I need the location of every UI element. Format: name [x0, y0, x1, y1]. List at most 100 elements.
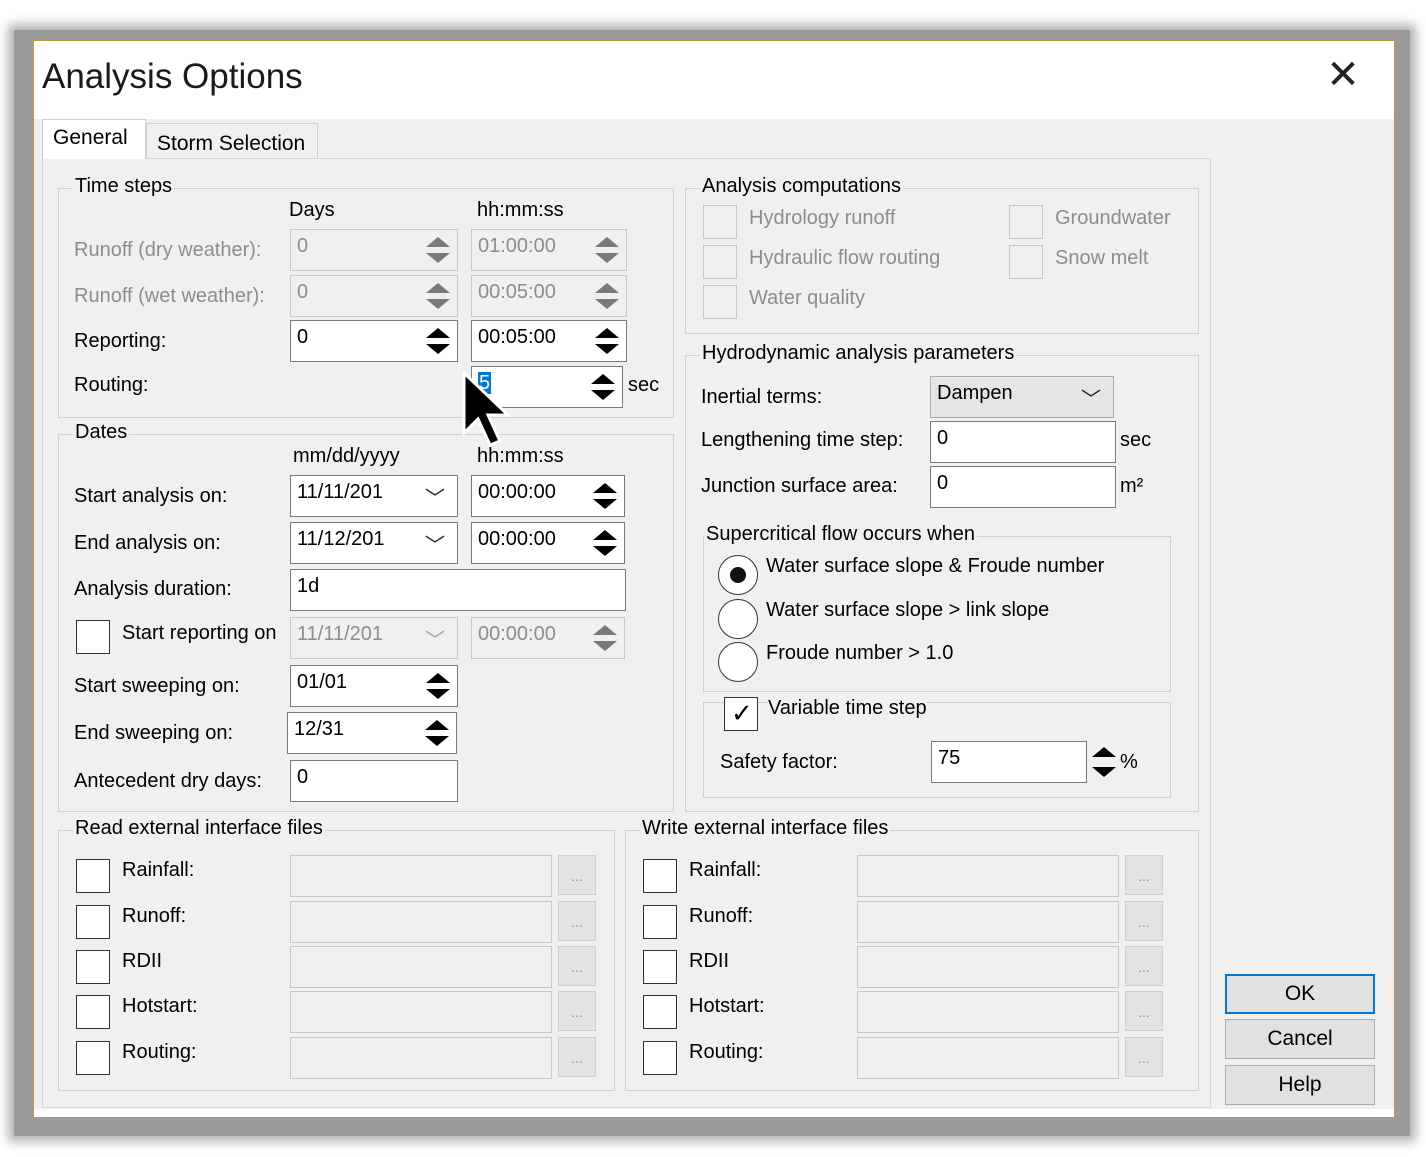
read-runoff-path[interactable] — [290, 901, 552, 943]
tab-storm-selection[interactable]: Storm Selection — [146, 123, 318, 159]
tab-general[interactable]: General — [42, 119, 146, 159]
read-runoff-checkbox[interactable] — [76, 905, 110, 939]
chevron-down-icon[interactable]: ﹀ — [1081, 383, 1101, 412]
spinner-icon[interactable] — [585, 621, 621, 655]
snow-melt-checkbox[interactable] — [1009, 245, 1043, 279]
write-routing-path[interactable] — [857, 1037, 1119, 1079]
spinner-icon[interactable] — [587, 279, 623, 313]
end-analysis-label: End analysis on: — [74, 532, 221, 554]
reporting-label: Reporting: — [74, 330, 167, 352]
reporting-time[interactable]: 00:05:00 — [471, 320, 627, 362]
write-routing-label: Routing: — [689, 1041, 764, 1063]
safety-factor-input[interactable]: 75 — [931, 741, 1087, 783]
read-hotstart-browse-button[interactable]: ... — [558, 991, 596, 1031]
start-sweeping-label: Start sweeping on: — [74, 675, 240, 697]
spinner-icon[interactable] — [417, 716, 453, 750]
antecedent-label: Antecedent dry days: — [74, 770, 262, 792]
spinner-icon[interactable] — [587, 324, 623, 358]
read-rdii-label: RDII — [122, 950, 162, 972]
ok-button[interactable]: OK — [1225, 974, 1375, 1014]
radio-slope-froude[interactable] — [718, 555, 758, 595]
date-header: mm/dd/yyyy — [293, 445, 400, 467]
read-rainfall-checkbox[interactable] — [76, 859, 110, 893]
spinner-icon[interactable] — [418, 279, 454, 313]
safety-spinner-icon[interactable] — [1089, 741, 1119, 783]
write-rdii-checkbox[interactable] — [643, 950, 677, 984]
hydraulic-checkbox[interactable] — [703, 245, 737, 279]
cancel-button[interactable]: Cancel — [1225, 1019, 1375, 1059]
read-routing-path[interactable] — [290, 1037, 552, 1079]
write-runoff-label: Runoff: — [689, 905, 754, 927]
variable-step-checkbox[interactable]: ✓ — [724, 697, 758, 731]
start-reporting-label: Start reporting on — [122, 622, 277, 644]
start-analysis-time[interactable]: 00:00:00 — [471, 475, 625, 517]
read-runoff-browse-button[interactable]: ... — [558, 901, 596, 941]
write-rainfall-browse-button[interactable]: ... — [1125, 855, 1163, 895]
spinner-icon[interactable] — [418, 233, 454, 267]
read-rdii-checkbox[interactable] — [76, 950, 110, 984]
write-rainfall-path[interactable] — [857, 855, 1119, 897]
read-rainfall-browse-button[interactable]: ... — [558, 855, 596, 895]
runoff-dry-time[interactable]: 01:00:00 — [471, 229, 627, 271]
write-hotstart-checkbox[interactable] — [643, 995, 677, 1029]
write-routing-browse-button[interactable]: ... — [1125, 1037, 1163, 1077]
water-quality-label: Water quality — [749, 287, 865, 309]
chevron-down-icon[interactable]: ﹀ — [425, 624, 445, 653]
end-analysis-date[interactable]: 11/12/201 ﹀ — [290, 522, 458, 564]
reporting-days[interactable]: 0 — [290, 320, 458, 362]
read-rdii-browse-button[interactable]: ... — [558, 946, 596, 986]
inertial-select[interactable]: Dampen ﹀ — [930, 376, 1114, 418]
read-rdii-path[interactable] — [290, 946, 552, 988]
spinner-icon[interactable] — [583, 370, 619, 404]
write-runoff-checkbox[interactable] — [643, 905, 677, 939]
help-button[interactable]: Help — [1225, 1065, 1375, 1105]
chevron-down-icon[interactable]: ﹀ — [425, 482, 445, 511]
read-hotstart-checkbox[interactable] — [76, 995, 110, 1029]
end-sweeping-input[interactable]: 12/31 — [287, 712, 457, 754]
read-routing-browse-button[interactable]: ... — [558, 1037, 596, 1077]
groundwater-checkbox[interactable] — [1009, 205, 1043, 239]
write-rdii-path[interactable] — [857, 946, 1119, 988]
lengthening-unit: sec — [1120, 429, 1152, 451]
write-routing-checkbox[interactable] — [643, 1041, 677, 1075]
runoff-dry-label: Runoff (dry weather): — [74, 239, 262, 261]
end-analysis-time[interactable]: 00:00:00 — [471, 522, 625, 564]
junction-unit: m² — [1120, 475, 1144, 497]
spinner-icon[interactable] — [418, 324, 454, 358]
spinner-icon[interactable] — [585, 479, 621, 513]
start-reporting-time[interactable]: 00:00:00 — [471, 617, 625, 659]
write-hotstart-browse-button[interactable]: ... — [1125, 991, 1163, 1031]
start-reporting-checkbox[interactable] — [76, 620, 110, 654]
close-icon[interactable]: ✕ — [1321, 53, 1365, 97]
lengthening-input[interactable]: 0 — [930, 421, 1116, 463]
start-reporting-date[interactable]: 11/11/201 ﹀ — [290, 617, 458, 659]
routing-label: Routing: — [74, 374, 149, 396]
hydrology-checkbox[interactable] — [703, 205, 737, 239]
write-rdii-browse-button[interactable]: ... — [1125, 946, 1163, 986]
read-hotstart-path[interactable] — [290, 991, 552, 1033]
write-hotstart-path[interactable] — [857, 991, 1119, 1033]
start-sweeping-input[interactable]: 01/01 — [290, 665, 458, 707]
safety-factor-label: Safety factor: — [720, 751, 838, 773]
radio-froude[interactable] — [718, 642, 758, 682]
junction-label: Junction surface area: — [701, 475, 898, 497]
write-runoff-browse-button[interactable]: ... — [1125, 901, 1163, 941]
read-routing-checkbox[interactable] — [76, 1041, 110, 1075]
supercritical-group: Supercritical flow occurs when Water sur… — [703, 523, 1171, 692]
read-rainfall-path[interactable] — [290, 855, 552, 897]
runoff-dry-days[interactable]: 0 — [290, 229, 458, 271]
write-runoff-path[interactable] — [857, 901, 1119, 943]
write-rainfall-checkbox[interactable] — [643, 859, 677, 893]
runoff-wet-days[interactable]: 0 — [290, 275, 458, 317]
runoff-wet-time[interactable]: 00:05:00 — [471, 275, 627, 317]
spinner-icon[interactable] — [585, 526, 621, 560]
spinner-icon[interactable] — [418, 669, 454, 703]
start-analysis-date[interactable]: 11/11/201 ﹀ — [290, 475, 458, 517]
read-rainfall-label: Rainfall: — [122, 859, 195, 881]
water-quality-checkbox[interactable] — [703, 285, 737, 319]
antecedent-input[interactable]: 0 — [290, 760, 458, 802]
spinner-icon[interactable] — [587, 233, 623, 267]
radio-slope-link[interactable] — [718, 599, 758, 639]
chevron-down-icon[interactable]: ﹀ — [425, 529, 445, 558]
junction-input[interactable]: 0 — [930, 466, 1116, 508]
